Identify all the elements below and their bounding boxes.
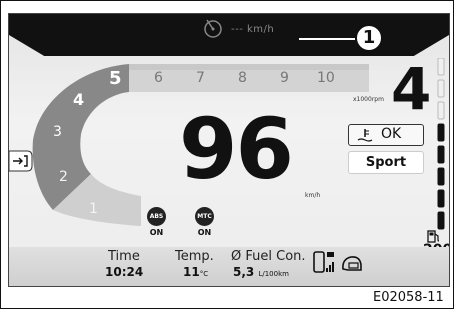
mtc-state: ON	[197, 228, 212, 237]
callout-line	[299, 38, 355, 40]
temp-label: Temp.	[175, 249, 214, 264]
abs-icon: ABS	[147, 207, 166, 226]
temp-unit: °C	[199, 270, 209, 278]
fuel-gauge-segment	[437, 79, 445, 98]
status-ok-indicator: OK	[348, 124, 424, 146]
fuel-pump-icon	[427, 230, 440, 243]
rpm-label-9: 9	[280, 70, 289, 86]
menu-enter-icon[interactable]	[9, 150, 33, 172]
speed-limit-value: --- km/h	[231, 24, 275, 35]
status-label: OK	[381, 126, 402, 142]
fuel-gauge-segment	[437, 167, 445, 186]
gear-indicator: 4	[391, 55, 432, 123]
helmet-icon	[342, 256, 362, 271]
fuel-gauge-segment	[437, 145, 445, 164]
fuel-consumption-unit: L/100km	[258, 270, 289, 278]
mtc-indicator: MTC ON	[195, 207, 214, 237]
rpm-label-10: 10	[317, 70, 335, 86]
time-value: 10:24	[105, 265, 144, 279]
riding-mode-button[interactable]: Sport	[348, 151, 424, 174]
figure-frame: --- km/h 1 5 4 3 2 1 6 7 8 9 10 x1000rpm…	[0, 0, 454, 309]
abs-state: ON	[149, 228, 164, 237]
info-bar: Time 10:24 Temp. 11°C Ø Fuel Con. 5,3 L/…	[9, 247, 449, 286]
fuel-gauge	[437, 58, 445, 230]
coolant-temperature-icon	[357, 129, 373, 142]
rpm-label-4: 4	[73, 90, 85, 109]
temp-number: 11	[183, 265, 200, 279]
top-bar	[9, 14, 449, 56]
fuel-gauge-segment	[437, 101, 445, 120]
rpm-label-8: 8	[238, 70, 247, 86]
speed-value: 96	[179, 100, 294, 198]
time-label: Time	[108, 249, 140, 264]
rpm-label-7: 7	[196, 70, 205, 86]
fuel-gauge-segment	[437, 123, 445, 142]
fuel-gauge-segment	[437, 189, 445, 208]
dashboard-screen: --- km/h 1 5 4 3 2 1 6 7 8 9 10 x1000rpm…	[8, 13, 450, 287]
figure-code: E02058-11	[373, 290, 444, 305]
fuel-gauge-segment	[437, 211, 445, 230]
fuel-consumption-label: Ø Fuel Con.	[231, 249, 306, 264]
rpm-label-5: 5	[109, 68, 122, 89]
rpm-unit: x1000rpm	[353, 96, 384, 103]
rpm-label-3: 3	[53, 124, 62, 140]
fuel-gauge-segment	[437, 58, 445, 76]
abs-indicator: ABS ON	[147, 207, 166, 237]
phone-signal-icon	[313, 251, 334, 273]
rpm-label-6: 6	[154, 70, 163, 86]
callout-marker: 1	[355, 24, 383, 52]
rpm-label-2: 2	[59, 169, 68, 185]
temp-value: 11°C	[183, 265, 208, 279]
mtc-icon: MTC	[195, 207, 214, 226]
speed-unit: km/h	[305, 192, 321, 199]
fuel-consumption-number: 5,3	[233, 265, 255, 279]
rpm-label-1: 1	[89, 201, 98, 217]
fuel-consumption-value: 5,3 L/100km	[233, 265, 289, 279]
speed-limit-icon	[204, 19, 222, 38]
